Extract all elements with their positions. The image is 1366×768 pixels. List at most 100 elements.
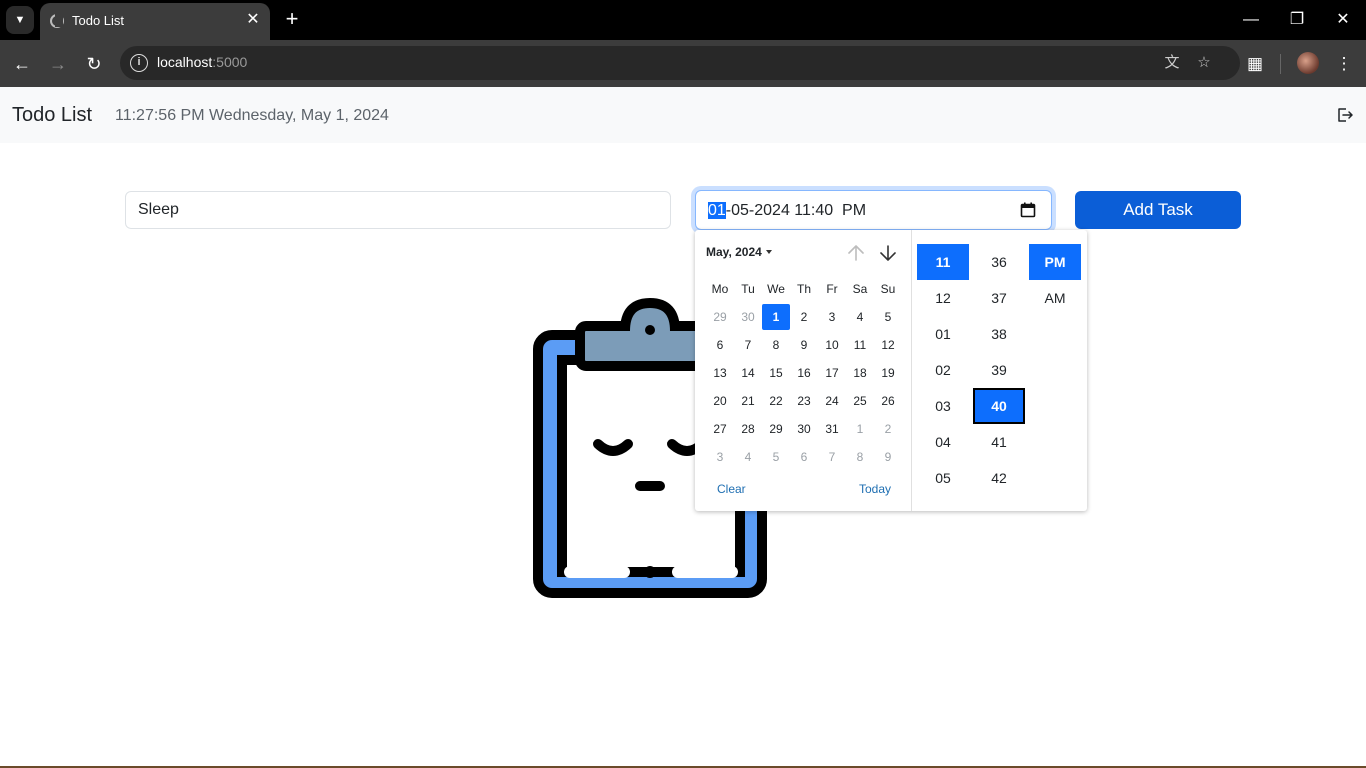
hour-option[interactable]: 01	[917, 316, 969, 352]
hour-option-selected[interactable]: 11	[917, 244, 969, 280]
calendar-day[interactable]: 22	[762, 388, 790, 414]
calendar-day[interactable]: 5	[762, 444, 790, 470]
month-year-selector[interactable]: May, 2024	[706, 245, 762, 259]
weekday-header: We	[767, 282, 785, 296]
tab-search-chevron-icon[interactable]: ▼	[6, 6, 34, 34]
hour-option[interactable]: 03	[917, 388, 969, 424]
kebab-menu-icon[interactable]: ⋮	[1330, 50, 1358, 78]
minute-option[interactable]: 41	[973, 424, 1025, 460]
weekday-header: Tu	[741, 282, 755, 296]
calendar-day[interactable]: 29	[706, 304, 734, 330]
calendar-day[interactable]: 1	[846, 416, 874, 442]
hour-option[interactable]: 02	[917, 352, 969, 388]
meridiem-option-selected[interactable]: PM	[1029, 244, 1081, 280]
url-text[interactable]: localhost:5000	[157, 54, 247, 70]
calendar-day[interactable]: 25	[846, 388, 874, 414]
restore-icon[interactable]: ❐	[1283, 6, 1311, 34]
calendar-day[interactable]: 30	[790, 416, 818, 442]
calendar-day[interactable]: 10	[818, 332, 846, 358]
reload-icon[interactable]: ↻	[80, 50, 108, 78]
calendar-day[interactable]: 13	[706, 360, 734, 386]
calendar-day[interactable]: 21	[734, 388, 762, 414]
weekday-header: Sa	[852, 282, 868, 296]
tab-title: Todo List	[72, 13, 125, 28]
new-tab-plus-icon[interactable]: +	[280, 8, 304, 32]
browser-tab[interactable]: Todo List ✕	[40, 3, 270, 40]
datetime-value[interactable]: 01-05-2024 11:40 PM	[708, 202, 866, 220]
logout-icon[interactable]	[1336, 106, 1354, 124]
calendar-day[interactable]: 18	[846, 360, 874, 386]
calendar-day[interactable]: 23	[790, 388, 818, 414]
add-task-button[interactable]: Add Task	[1075, 191, 1241, 229]
calendar-day[interactable]: 24	[818, 388, 846, 414]
calendar-day[interactable]: 15	[762, 360, 790, 386]
calendar-day[interactable]: 20	[706, 388, 734, 414]
calendar-day[interactable]: 12	[874, 332, 902, 358]
datetime-day-segment[interactable]: 01	[708, 202, 726, 219]
browser-tabbar: ▼ Todo List ✕ + — ❐ ✕	[0, 0, 1366, 40]
calendar-day[interactable]: 11	[846, 332, 874, 358]
calendar-day[interactable]: 9	[790, 332, 818, 358]
bookmark-star-icon[interactable]: ☆	[1194, 53, 1214, 73]
calendar-day[interactable]: 8	[762, 332, 790, 358]
minute-option[interactable]: 42	[973, 460, 1025, 496]
calendar-icon[interactable]	[1020, 202, 1036, 218]
minute-option[interactable]: 38	[973, 316, 1025, 352]
calendar-day[interactable]: 14	[734, 360, 762, 386]
minute-option[interactable]: 39	[973, 352, 1025, 388]
site-info-icon[interactable]: i	[130, 54, 148, 72]
calendar-day[interactable]: 19	[874, 360, 902, 386]
calendar-day[interactable]: 27	[706, 416, 734, 442]
profile-avatar[interactable]	[1297, 52, 1319, 74]
calendar-day[interactable]: 2	[874, 416, 902, 442]
minute-option[interactable]: 37	[973, 280, 1025, 316]
task-input[interactable]	[125, 191, 671, 229]
extensions-puzzle-icon[interactable]: ▦	[1241, 50, 1269, 78]
weekday-header: Fr	[826, 282, 838, 296]
translate-icon[interactable]: 文	[1162, 53, 1182, 73]
calendar-day[interactable]: 8	[846, 444, 874, 470]
calendar-day[interactable]: 7	[734, 332, 762, 358]
calendar-day[interactable]: 29	[762, 416, 790, 442]
window-close-icon[interactable]: ✕	[1329, 6, 1357, 34]
meridiem-option[interactable]: AM	[1029, 280, 1081, 316]
close-tab-icon[interactable]: ✕	[244, 11, 262, 29]
minute-option[interactable]: 36	[973, 244, 1025, 280]
calendar-day[interactable]: 5	[874, 304, 902, 330]
calendar-day[interactable]: 2	[790, 304, 818, 330]
today-button[interactable]: Today	[859, 482, 891, 496]
calendar-day[interactable]: 4	[846, 304, 874, 330]
forward-arrow-icon[interactable]: →	[44, 50, 72, 78]
calendar-panel: May, 2024 Mo Tu We Th Fr Sa Su 29 30 1 2…	[695, 230, 912, 511]
hour-option[interactable]: 05	[917, 460, 969, 496]
caret-down-icon[interactable]	[766, 250, 772, 254]
calendar-day[interactable]: 16	[790, 360, 818, 386]
calendar-day[interactable]: 31	[818, 416, 846, 442]
calendar-day[interactable]: 17	[818, 360, 846, 386]
address-bar[interactable]: i localhost:5000 文 ☆	[120, 46, 1240, 80]
datetime-picker-popup: May, 2024 Mo Tu We Th Fr Sa Su 29 30 1 2…	[695, 230, 1087, 511]
calendar-day[interactable]: 3	[706, 444, 734, 470]
weekday-header: Mo	[711, 282, 729, 296]
calendar-day[interactable]: 6	[706, 332, 734, 358]
clear-button[interactable]: Clear	[717, 482, 746, 496]
brand-title[interactable]: Todo List	[12, 104, 92, 127]
next-month-arrow-down-icon[interactable]	[877, 242, 899, 264]
back-arrow-icon[interactable]: ←	[8, 50, 36, 78]
minute-option-selected[interactable]: 40	[973, 388, 1025, 424]
calendar-day[interactable]: 30	[734, 304, 762, 330]
calendar-day[interactable]: 6	[790, 444, 818, 470]
calendar-day-selected[interactable]: 1	[762, 304, 790, 330]
minimize-icon[interactable]: —	[1237, 6, 1265, 34]
prev-month-arrow-up-icon[interactable]	[845, 242, 867, 264]
clock-text: 11:27:56 PM Wednesday, May 1, 2024	[115, 107, 389, 124]
calendar-day[interactable]: 3	[818, 304, 846, 330]
calendar-day[interactable]: 28	[734, 416, 762, 442]
hour-option[interactable]: 04	[917, 424, 969, 460]
calendar-day[interactable]: 26	[874, 388, 902, 414]
calendar-day[interactable]: 4	[734, 444, 762, 470]
calendar-day[interactable]: 9	[874, 444, 902, 470]
calendar-day[interactable]: 7	[818, 444, 846, 470]
hour-option[interactable]: 12	[917, 280, 969, 316]
datetime-input[interactable]: 01-05-2024 11:40 PM	[695, 190, 1052, 230]
